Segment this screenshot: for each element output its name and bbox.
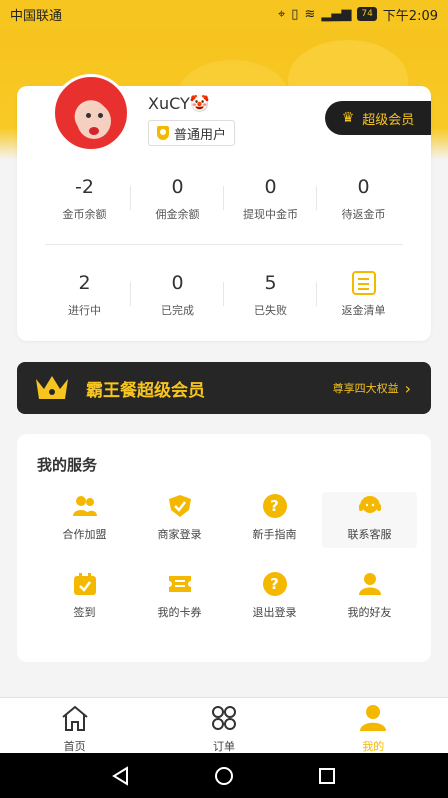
super-vip-label: 超级会员 bbox=[362, 112, 415, 128]
crown-icon: ♛ bbox=[341, 110, 355, 126]
question-icon: ? bbox=[262, 572, 288, 596]
vip-banner[interactable]: 霸王餐超级会员 尊享四大权益 › bbox=[17, 362, 431, 414]
stat-label: 已完成 bbox=[161, 304, 194, 317]
services-card: 我的服务 合作加盟 商家登录 ? 新手指南 联系客服 签到 我的卡券 ? 退出登… bbox=[17, 434, 431, 662]
home-icon bbox=[62, 705, 88, 731]
avatar[interactable] bbox=[52, 74, 130, 152]
status-bar: 中国联通 ⌖ ▯ ≋ ▂▄▆ 74 下午2:09 bbox=[0, 0, 448, 28]
vibrate-icon: ▯ bbox=[291, 6, 299, 22]
stat-value: 2 bbox=[78, 272, 91, 294]
carrier-label: 中国联通 bbox=[10, 8, 63, 24]
stat-completed[interactable]: 0 已完成 bbox=[131, 270, 224, 318]
tab-mine[interactable]: 我的 bbox=[299, 698, 448, 753]
stat-label: 佣金余额 bbox=[155, 208, 200, 221]
tab-home[interactable]: 首页 bbox=[0, 698, 149, 753]
vip-banner-title: 霸王餐超级会员 bbox=[86, 380, 205, 401]
recents-icon[interactable] bbox=[316, 765, 338, 787]
tab-label: 首页 bbox=[63, 740, 86, 753]
stat-coin-balance[interactable]: -2 金币余额 bbox=[38, 174, 131, 222]
list-icon bbox=[351, 271, 376, 295]
location-icon: ⌖ bbox=[277, 6, 286, 22]
divider bbox=[45, 244, 403, 245]
user-icon bbox=[360, 705, 387, 731]
crown-icon bbox=[34, 373, 70, 403]
service-my-coupons[interactable]: 我的卡券 bbox=[132, 570, 227, 626]
stat-label: 待返金币 bbox=[341, 208, 386, 221]
service-label: 退出登录 bbox=[252, 606, 297, 619]
stat-value: 0 bbox=[171, 272, 184, 294]
tab-label: 订单 bbox=[212, 740, 235, 753]
service-label: 新手指南 bbox=[252, 528, 297, 541]
stat-withdrawing-coins[interactable]: 0 提现中金币 bbox=[224, 174, 317, 222]
battery-icon: 74 bbox=[357, 7, 377, 21]
services-grid: 合作加盟 商家登录 ? 新手指南 联系客服 签到 我的卡券 ? 退出登录 我的好… bbox=[37, 492, 417, 626]
signal-icon: ▂▄▆ bbox=[321, 6, 352, 22]
stat-commission-balance[interactable]: 0 佣金余额 bbox=[131, 174, 224, 222]
service-my-friends[interactable]: 我的好友 bbox=[322, 570, 417, 626]
stat-label: 金币余额 bbox=[62, 208, 107, 221]
headset-icon bbox=[357, 494, 383, 518]
order-stats: 2 进行中 0 已完成 5 已失败 返金清单 bbox=[17, 270, 431, 318]
grid-icon bbox=[211, 706, 236, 730]
service-label: 我的好友 bbox=[347, 606, 392, 619]
service-partner[interactable]: 合作加盟 bbox=[37, 492, 132, 548]
service-label: 联系客服 bbox=[347, 528, 392, 541]
user-type-label: 普通用户 bbox=[174, 127, 227, 143]
stat-value: 5 bbox=[264, 272, 277, 294]
user-type-badge: 普通用户 bbox=[148, 120, 236, 146]
stat-failed[interactable]: 5 已失败 bbox=[224, 270, 317, 318]
service-label: 合作加盟 bbox=[62, 528, 107, 541]
tab-orders[interactable]: 订单 bbox=[149, 698, 298, 753]
services-title: 我的服务 bbox=[37, 456, 98, 474]
service-customer-support[interactable]: 联系客服 bbox=[322, 492, 417, 548]
shield-check-icon bbox=[167, 494, 193, 518]
service-label: 我的卡券 bbox=[157, 606, 202, 619]
stat-label: 返金清单 bbox=[341, 304, 386, 317]
service-merchant-login[interactable]: 商家登录 bbox=[132, 492, 227, 548]
stat-in-progress[interactable]: 2 进行中 bbox=[38, 270, 131, 318]
ticket-icon bbox=[167, 572, 193, 596]
stat-pending-coins[interactable]: 0 待返金币 bbox=[317, 174, 410, 222]
service-label: 签到 bbox=[73, 606, 96, 619]
clock: 下午2:09 bbox=[382, 8, 438, 24]
calendar-check-icon bbox=[72, 572, 98, 596]
system-nav-bar bbox=[0, 753, 448, 798]
bottom-tab-bar: 首页 订单 我的 bbox=[0, 697, 448, 753]
vip-benefits-link[interactable]: 尊享四大权益 › bbox=[333, 379, 411, 398]
users-icon bbox=[72, 494, 98, 518]
vip-benefits-label: 尊享四大权益 bbox=[332, 382, 399, 395]
tab-label: 我的 bbox=[362, 740, 385, 753]
username: XuCY🤡 bbox=[148, 94, 210, 113]
profile-card: XuCY🤡 普通用户 ♛ 超级会员 -2 金币余额 0 佣金余额 0 提现中金币… bbox=[17, 74, 431, 341]
refund-list-button[interactable]: 返金清单 bbox=[317, 270, 410, 318]
badge-icon bbox=[157, 126, 169, 140]
wifi-icon: ≋ bbox=[304, 6, 316, 22]
stat-value: -2 bbox=[75, 176, 94, 198]
balance-stats: -2 金币余额 0 佣金余额 0 提现中金币 0 待返金币 bbox=[17, 174, 431, 222]
super-vip-button[interactable]: ♛ 超级会员 bbox=[325, 101, 431, 135]
home-button-icon[interactable] bbox=[213, 765, 235, 787]
service-check-in[interactable]: 签到 bbox=[37, 570, 132, 626]
stat-value: 0 bbox=[264, 176, 277, 198]
service-logout[interactable]: ? 退出登录 bbox=[227, 570, 322, 626]
back-icon[interactable] bbox=[110, 765, 132, 787]
stat-label: 进行中 bbox=[68, 304, 101, 317]
stat-value: 0 bbox=[357, 176, 370, 198]
service-beginner-guide[interactable]: ? 新手指南 bbox=[227, 492, 322, 548]
stat-label: 已失败 bbox=[254, 304, 287, 317]
stat-label: 提现中金币 bbox=[243, 208, 298, 221]
user-icon bbox=[357, 572, 383, 596]
question-icon: ? bbox=[262, 494, 288, 518]
chevron-right-icon: › bbox=[404, 378, 411, 398]
service-label: 商家登录 bbox=[157, 528, 202, 541]
stat-value: 0 bbox=[171, 176, 184, 198]
